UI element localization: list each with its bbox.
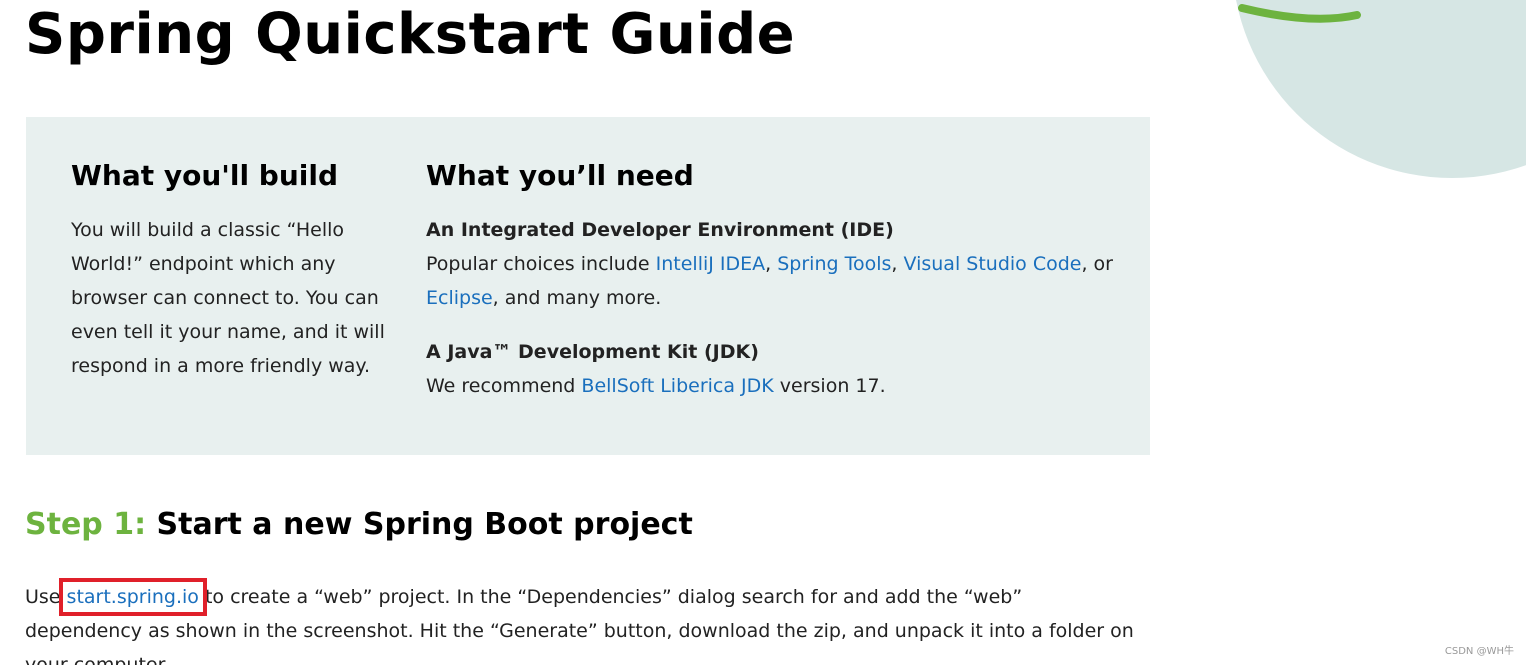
step-text-prefix: Use [25,586,67,608]
jdk-title: A Java™ Development Kit (JDK) [426,341,759,363]
requirements-box: What you'll build You will build a class… [26,117,1150,455]
step-1-heading: Step 1: Start a new Spring Boot project [25,505,693,545]
ide-separator: , [891,253,904,275]
jdk-suffix: version 17. [773,375,886,397]
decorative-circle-graphic [1232,0,1526,178]
what-you-need-heading: What you’ll need [426,159,694,192]
what-you-need-column: What you’ll need An Integrated Developer… [426,159,1126,403]
ide-suffix: , and many more. [492,287,662,309]
what-you-build-column: What you'll build You will build a class… [71,159,391,383]
spring-tools-link[interactable]: Spring Tools [777,253,891,275]
ide-requirement: An Integrated Developer Environment (IDE… [426,213,1126,315]
jdk-requirement: A Java™ Development Kit (JDK) We recomme… [426,335,1126,403]
ide-description: Popular choices include IntelliJ IDEA, S… [426,247,1126,315]
ide-separator: , or [1081,253,1113,275]
what-you-build-heading: What you'll build [71,159,338,192]
jdk-prefix: We recommend [426,375,582,397]
step-number: Step 1: [25,507,147,542]
page-title: Spring Quickstart Guide [25,2,796,67]
watermark: CSDN @WH牛 [1444,646,1514,657]
what-you-build-description: You will build a classic “Hello World!” … [71,219,385,377]
visual-studio-code-link[interactable]: Visual Studio Code [904,253,1082,275]
step-title: Start a new Spring Boot project [146,507,693,542]
ide-prefix: Popular choices include [426,253,656,275]
eclipse-link[interactable]: Eclipse [426,287,493,309]
jdk-description: We recommend BellSoft Liberica JDK versi… [426,369,1126,403]
step-1-instructions: Use start.spring.io to create a “web” pr… [25,578,1145,665]
page: Spring Quickstart Guide What you'll buil… [0,0,1526,665]
ide-title: An Integrated Developer Environment (IDE… [426,219,894,241]
intellij-idea-link[interactable]: IntelliJ IDEA [656,253,766,275]
start-spring-io-link[interactable]: start.spring.io [58,578,207,616]
ide-separator: , [765,253,778,275]
bellsoft-liberica-jdk-link[interactable]: BellSoft Liberica JDK [581,375,773,397]
